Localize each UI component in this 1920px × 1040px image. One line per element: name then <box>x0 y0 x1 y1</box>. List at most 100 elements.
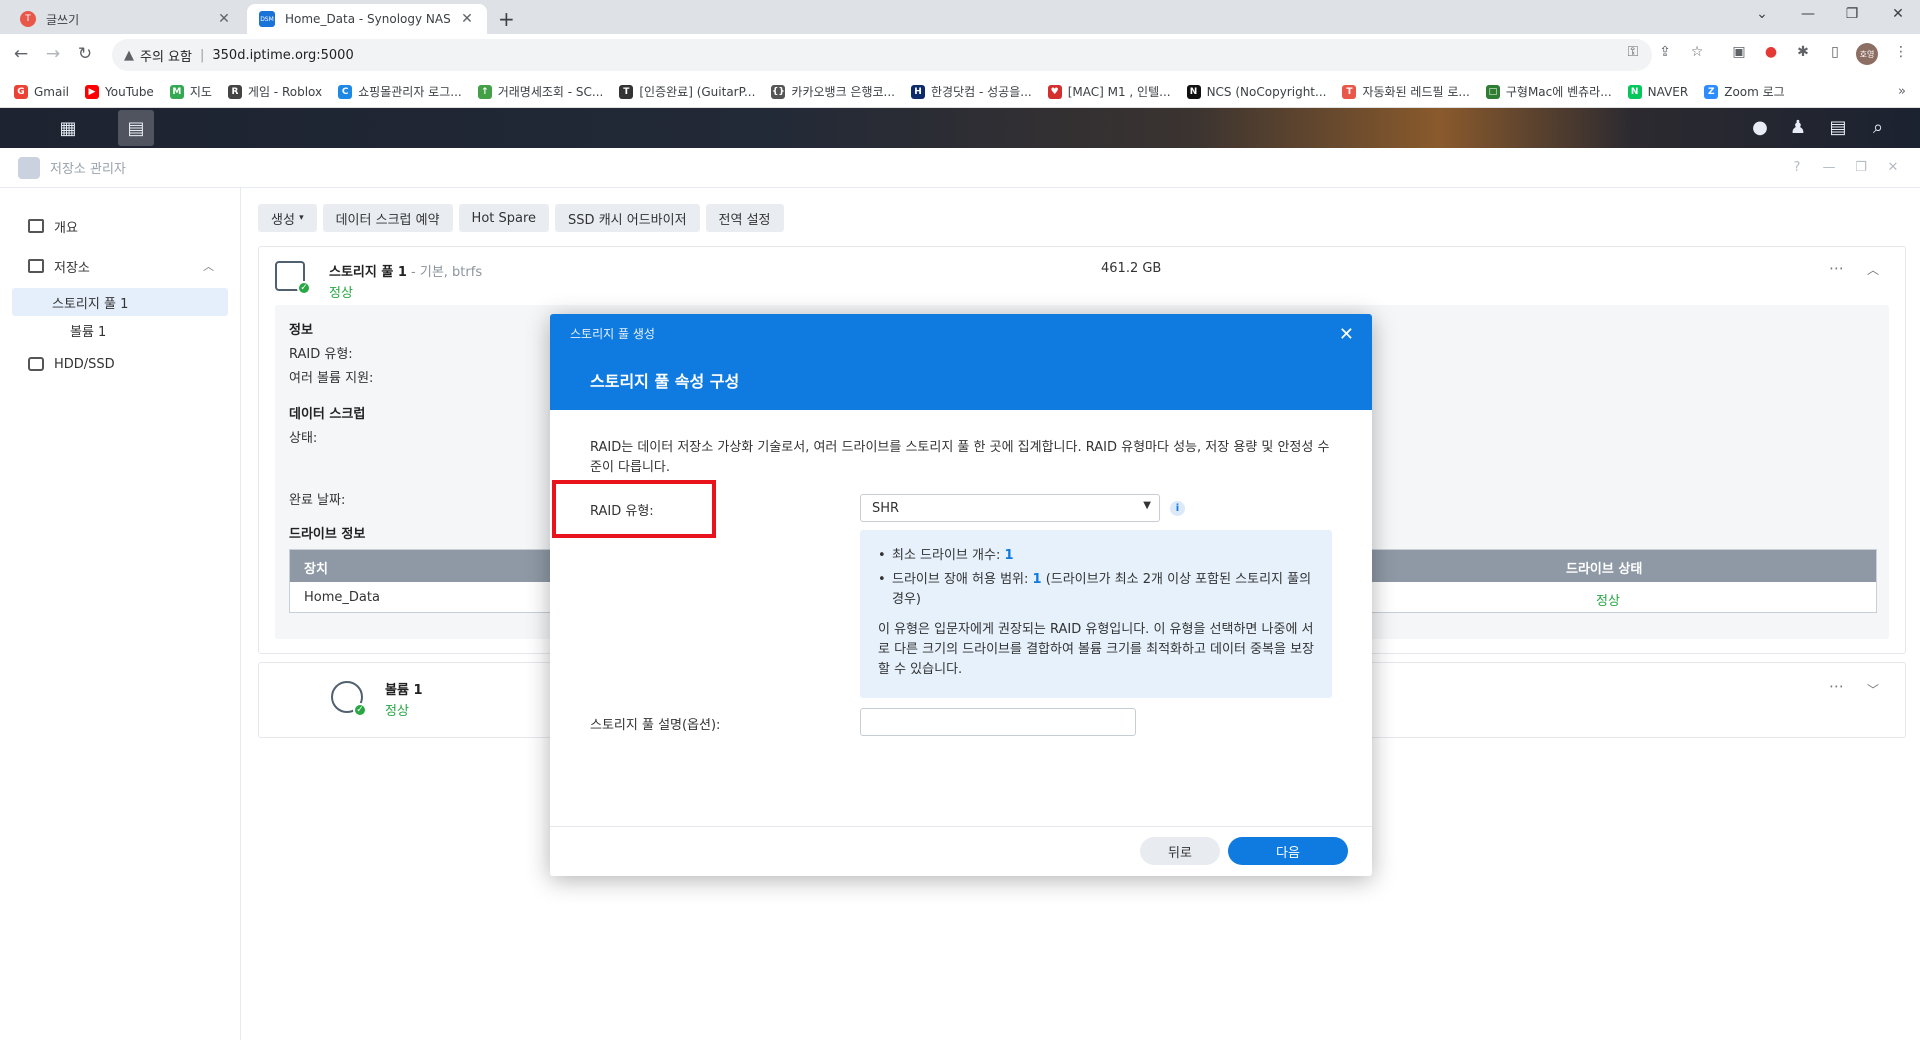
min-drives-line: • 최소 드라이브 개수: 1 <box>878 548 1014 563</box>
info-icon[interactable]: i <box>1170 501 1185 516</box>
pool-name: 스토리지 풀 1 - 기본, btrfs <box>329 261 482 280</box>
bookmark-item[interactable]: C 쇼핑몰관리자 로그... <box>338 83 462 100</box>
pool-status: 정상 <box>329 286 353 301</box>
close-icon[interactable]: ✕ <box>1884 160 1902 175</box>
bookmark-favicon-icon: T <box>619 84 634 99</box>
pool-description-input[interactable] <box>860 708 1136 736</box>
dsm-icon: DSM <box>259 11 275 27</box>
close-tab-icon[interactable]: ✕ <box>459 11 475 27</box>
opera-extension-icon[interactable]: ● <box>1760 44 1782 60</box>
close-icon[interactable]: ✕ <box>1339 324 1354 345</box>
sidebar-item-storage[interactable]: 저장소 ︿ <box>12 252 228 280</box>
chevron-up-icon[interactable]: ︿ <box>1867 261 1879 278</box>
app-title: 저장소 관리자 <box>50 162 126 177</box>
widgets-icon[interactable]: ▤ <box>1826 117 1850 138</box>
raid-recommendation: 이 유형은 입문자에게 권장되는 RAID 유형입니다. 이 유형을 선택하면 … <box>878 622 1315 677</box>
help-icon[interactable]: ? <box>1788 160 1806 175</box>
sidebar-item-storage-pool[interactable]: 스토리지 풀 1 <box>12 288 228 316</box>
bookmark-item[interactable]: □ 구형Mac에 벤츄라... <box>1485 83 1612 100</box>
bookmark-item[interactable]: R 게임 - Roblox <box>227 83 322 100</box>
bookmark-item[interactable]: T [인증완료] (GuitarP... <box>619 83 755 100</box>
more-options-icon[interactable]: ⋯ <box>1829 677 1845 695</box>
bookmark-favicon-icon: ♥ <box>1047 84 1062 99</box>
reload-icon[interactable]: ↻ <box>74 44 96 64</box>
bookmark-favicon-icon: □ <box>1485 84 1500 99</box>
back-icon[interactable]: ← <box>10 44 32 64</box>
bookmarks-overflow-icon[interactable]: » <box>1898 84 1906 99</box>
bookmark-label: 쇼핑몰관리자 로그... <box>358 85 462 99</box>
chevron-down-icon[interactable]: ﹀ <box>1867 681 1879 698</box>
raid-type-select[interactable]: SHR ▼ <box>860 494 1160 522</box>
device-cell: Home_Data <box>304 590 380 605</box>
bookmark-star-icon[interactable]: ☆ <box>1686 44 1708 60</box>
close-tab-icon[interactable]: ✕ <box>216 11 232 27</box>
browser-tab-write[interactable]: T 글쓰기 ✕ <box>8 4 244 34</box>
bookmark-label: [MAC] M1 , 인텔... <box>1067 85 1171 99</box>
bookmark-item[interactable]: T 자동화된 레드필 로... <box>1342 83 1470 100</box>
storage-icon <box>28 259 44 273</box>
browser-tab-synology[interactable]: DSM Home_Data - Synology NAS ✕ <box>247 4 487 34</box>
tab-title: 글쓰기 <box>46 12 80 27</box>
bookmark-label: Zoom 로그 <box>1724 85 1785 99</box>
key-icon[interactable]: ⚿ <box>1622 44 1644 60</box>
bookmark-item[interactable]: M 지도 <box>169 83 212 100</box>
caret-down-icon: ▾ <box>299 213 304 223</box>
dialog-footer: 뒤로 다음 <box>550 826 1372 876</box>
bookmark-label: [인증완료] (GuitarP... <box>639 85 756 99</box>
profile-avatar[interactable]: 호영 <box>1856 43 1878 65</box>
next-button[interactable]: 다음 <box>1228 837 1348 865</box>
scrub-schedule-button[interactable]: 데이터 스크럽 예약 <box>322 204 453 232</box>
tistory-icon: T <box>20 11 36 27</box>
security-warning: 주의 요함 <box>140 49 192 65</box>
chevron-up-icon[interactable]: ︿ <box>203 258 214 274</box>
bookmark-item[interactable]: ↑ 거래명세조회 - SC... <box>477 83 603 100</box>
restore-window-icon[interactable]: ❐ <box>1842 6 1862 22</box>
address-bar[interactable]: ▲ 주의 요함 | 350d.iptime.org:5000 <box>112 39 1652 71</box>
side-panel-icon[interactable]: ▯ <box>1824 44 1846 60</box>
bookmark-item[interactable]: ♥ [MAC] M1 , 인텔... <box>1047 83 1171 100</box>
address-separator: | <box>199 47 205 63</box>
minimize-icon[interactable]: — <box>1820 160 1838 175</box>
url-text: 350d.iptime.org:5000 <box>212 47 354 63</box>
tab-search-icon[interactable]: ⌄ <box>1752 6 1772 22</box>
sidebar: 개요 저장소 ︿ 스토리지 풀 1 볼륨 1 HDD/SSD <box>0 188 241 1040</box>
search-icon[interactable]: ⌕ <box>1866 117 1890 138</box>
back-button[interactable]: 뒤로 <box>1140 837 1220 865</box>
forward-icon[interactable]: → <box>42 44 64 64</box>
new-tab-button[interactable]: + <box>498 7 515 31</box>
dialog-wizard-name: 스토리지 풀 생성 <box>570 327 655 341</box>
bookmark-item[interactable]: N NAVER <box>1627 84 1688 99</box>
global-settings-button[interactable]: 전역 설정 <box>705 204 784 232</box>
minimize-window-icon[interactable]: — <box>1798 6 1818 22</box>
main-menu-icon[interactable]: ▦ <box>50 110 86 146</box>
dialog-title: 스토리지 풀 속성 구성 <box>590 372 740 391</box>
bookmark-item[interactable]: ▶ YouTube <box>85 84 154 99</box>
bookmark-item[interactable]: N NCS (NoCopyright... <box>1186 84 1326 99</box>
hot-spare-button[interactable]: Hot Spare <box>458 204 550 232</box>
bookmark-label: 구형Mac에 벤츄라... <box>1505 85 1612 99</box>
bookmark-item[interactable]: Z Zoom 로그 <box>1704 83 1785 100</box>
bookmark-item[interactable]: G Gmail <box>14 84 69 99</box>
bookmark-item[interactable]: H 한경닷컴 - 성공을... <box>911 83 1032 100</box>
sidebar-item-hdd-ssd[interactable]: HDD/SSD <box>12 350 228 378</box>
sidebar-item-volume[interactable]: 볼륨 1 <box>12 316 228 344</box>
extensions-icon[interactable]: ✱ <box>1792 44 1814 60</box>
share-icon[interactable]: ⇪ <box>1654 44 1676 60</box>
bookmark-favicon-icon: ▶ <box>85 84 100 99</box>
maximize-icon[interactable]: ❐ <box>1852 160 1870 175</box>
bookmark-favicon-icon: N <box>1186 84 1201 99</box>
menu-kebab-icon[interactable]: ⋮ <box>1890 44 1912 60</box>
ssd-cache-advisor-button[interactable]: SSD 캐시 어드바이저 <box>555 204 700 232</box>
bookmark-item[interactable]: {} 카카오뱅크 은행코... <box>771 83 895 100</box>
bookmark-favicon-icon: R <box>227 84 242 99</box>
cast-icon[interactable]: ▣ <box>1728 44 1750 60</box>
user-icon[interactable]: ♟ <box>1786 117 1810 138</box>
more-options-icon[interactable]: ⋯ <box>1829 259 1845 277</box>
fault-tolerance-line: • 드라이브 장애 허용 범위: 1 (드라이브가 최소 2개 이상 포함된 스… <box>878 572 1312 607</box>
create-button[interactable]: 생성 ▾ <box>258 204 317 232</box>
storage-pool-header[interactable]: ✓ 스토리지 풀 1 - 기본, btrfs 정상 461.2 GB ⋯ ︿ <box>259 247 1905 305</box>
close-window-icon[interactable]: ✕ <box>1888 6 1908 22</box>
storage-manager-taskbar-icon[interactable]: ▤ <box>118 110 154 146</box>
sidebar-item-overview[interactable]: 개요 <box>12 212 228 240</box>
notifications-icon[interactable]: ● <box>1748 117 1772 138</box>
